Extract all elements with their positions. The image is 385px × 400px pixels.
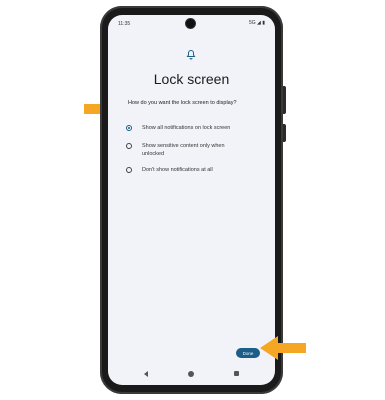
nav-bar (108, 367, 275, 383)
option-label: Show all notifications on lock screen (142, 125, 231, 131)
back-icon[interactable] (144, 371, 148, 377)
status-time: 11:35 (118, 21, 131, 27)
status-icons: 5G ◢ ▮ (248, 20, 265, 26)
option-show-all[interactable]: Show all notifications on lock screen (126, 124, 252, 132)
display-question: How do you want the lock screen to displ… (128, 100, 237, 106)
page-title: Lock screen (153, 71, 230, 87)
radio-sensitive-unlocked[interactable] (126, 143, 132, 149)
option-dont-show[interactable]: Don't show notifications at all (126, 166, 252, 174)
power-button (283, 124, 286, 142)
annotation-arrow-icon (260, 336, 306, 360)
option-label: Show sensitive content only when unlocke… (142, 143, 225, 157)
option-sensitive-unlocked[interactable]: Show sensitive content only when unlocke… (126, 142, 232, 158)
phone-screen: 11:35 5G ◢ ▮ Lock screen How do you want… (108, 15, 275, 385)
volume-button (283, 86, 286, 114)
option-label: Don't show notifications at all (142, 167, 213, 173)
phone-frame: 11:35 5G ◢ ▮ Lock screen How do you want… (100, 6, 286, 394)
front-camera (186, 19, 195, 28)
radio-show-all[interactable] (126, 125, 132, 131)
radio-dont-show[interactable] (126, 167, 132, 173)
recents-icon[interactable] (234, 371, 239, 376)
done-button[interactable]: Done (236, 348, 260, 358)
bell-icon (186, 49, 196, 60)
home-icon[interactable] (188, 371, 194, 377)
